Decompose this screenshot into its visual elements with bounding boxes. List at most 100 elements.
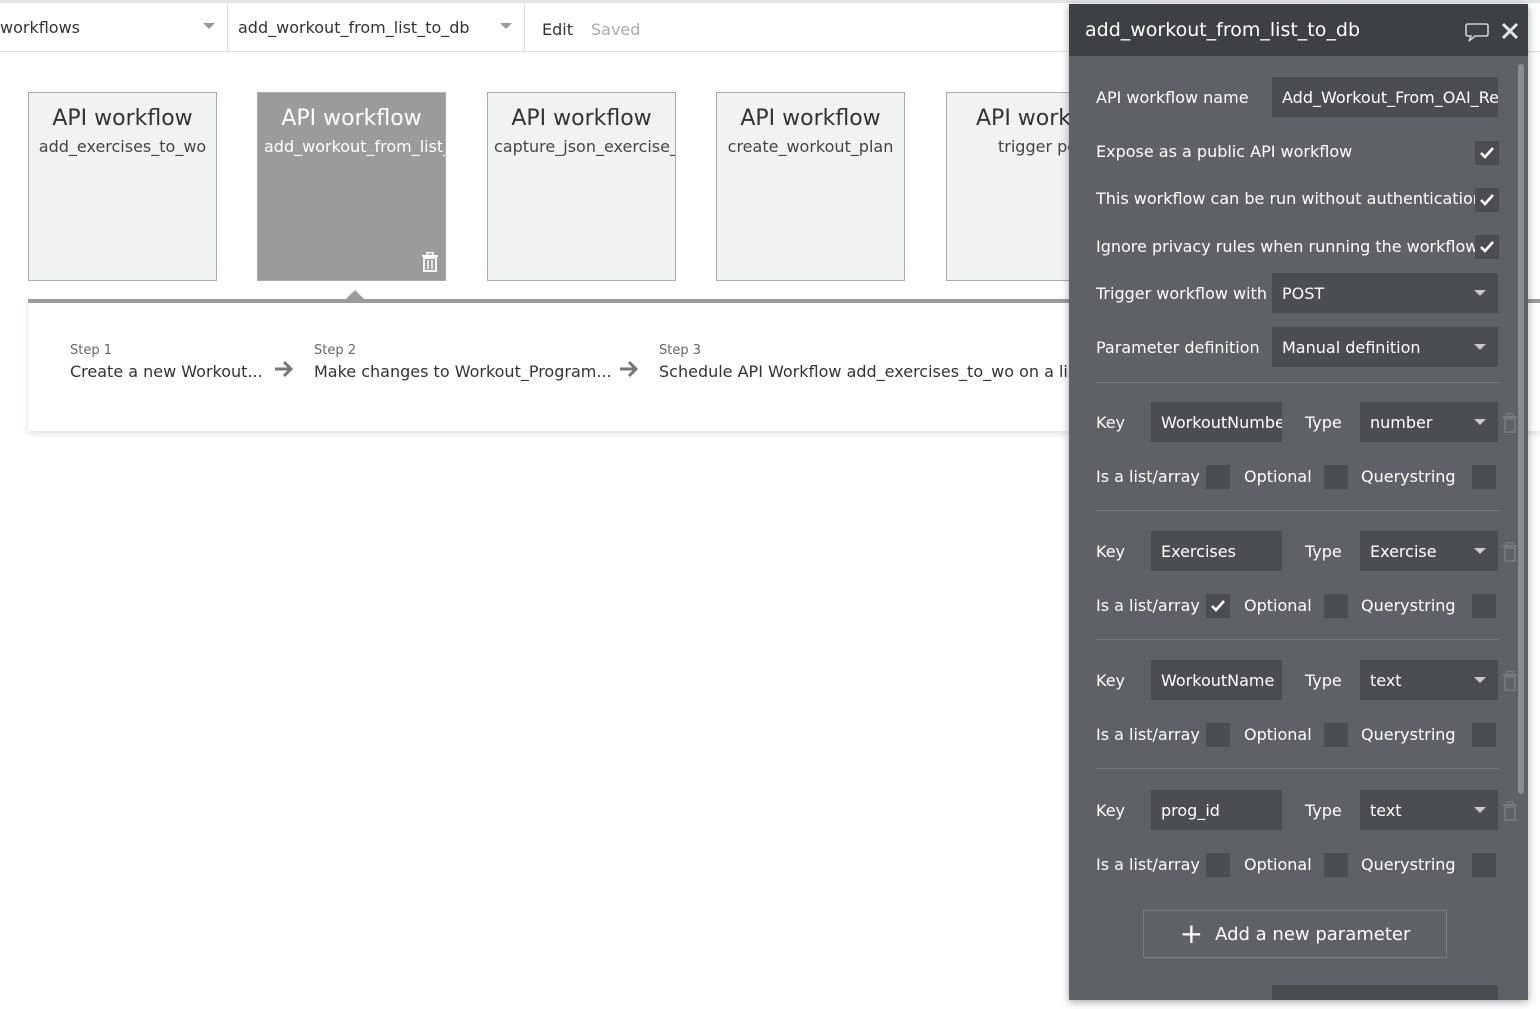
workflow-card[interactable]: API workflow create_workout_plan xyxy=(716,92,905,281)
plus-icon: + xyxy=(1179,917,1204,950)
close-icon[interactable] xyxy=(1501,22,1519,40)
querystring-checkbox[interactable] xyxy=(1472,723,1496,747)
key-label: Key xyxy=(1096,671,1126,690)
panel-scrollbar[interactable] xyxy=(1518,64,1524,794)
chevron-down-icon xyxy=(500,23,512,29)
chevron-down-icon xyxy=(1474,548,1486,554)
panel-title: add_workout_from_list_to_db xyxy=(1085,19,1360,41)
optional-label: Optional xyxy=(1244,855,1312,874)
divider xyxy=(1096,768,1500,769)
name-label: API workflow name xyxy=(1096,88,1249,107)
workflow-dropdown-value: add_workout_from_list_to_db xyxy=(238,17,470,37)
chevron-down-icon xyxy=(1474,807,1486,813)
add-parameter-label: Add a new parameter xyxy=(1215,923,1411,945)
expose-checkbox[interactable] xyxy=(1475,141,1499,165)
add-parameter-button[interactable]: + Add a new parameter xyxy=(1143,910,1447,958)
step-3[interactable]: Step 3 Schedule API Workflow add_exercis… xyxy=(659,343,1082,381)
step-name: Schedule API Workflow add_exercises_to_w… xyxy=(659,362,1083,381)
card-name: create_workout_plan xyxy=(727,137,894,156)
querystring-checkbox[interactable] xyxy=(1472,465,1496,489)
check-icon xyxy=(1480,194,1494,206)
comment-icon[interactable] xyxy=(1465,22,1489,42)
optional-checkbox[interactable] xyxy=(1324,723,1348,747)
chevron-down-icon xyxy=(1474,344,1486,350)
param-key-input[interactable]: WorkoutNumbe xyxy=(1151,402,1282,442)
param-key-input[interactable]: WorkoutName xyxy=(1151,660,1282,700)
optional-checkbox[interactable] xyxy=(1324,465,1348,489)
optional-label: Optional xyxy=(1244,467,1312,486)
chevron-down-icon xyxy=(1474,419,1486,425)
chevron-down-icon xyxy=(203,23,215,29)
step-name: Create a new Workout... xyxy=(70,362,263,381)
step-1[interactable]: Step 1 Create a new Workout... xyxy=(70,343,263,381)
privacy-label: Ignore privacy rules when running the wo… xyxy=(1096,237,1479,256)
panel-header: add_workout_from_list_to_db xyxy=(1069,4,1528,56)
workflow-card[interactable]: API workflow add_exercises_to_wo xyxy=(28,92,217,281)
querystring-checkbox[interactable] xyxy=(1472,594,1496,618)
param-type-select[interactable]: text xyxy=(1360,660,1498,700)
step-name: Make changes to Workout_Program... xyxy=(314,362,612,381)
paramdef-select[interactable]: Manual definition xyxy=(1272,327,1498,367)
trash-icon[interactable] xyxy=(1502,671,1518,691)
trash-icon[interactable] xyxy=(1502,801,1518,821)
workflow-card-active[interactable]: API workflow add_workout_from_list_ xyxy=(257,92,446,281)
card-title: API workflow xyxy=(511,106,652,131)
param-key-input[interactable]: prog_id xyxy=(1151,790,1282,830)
trash-icon[interactable] xyxy=(421,252,439,272)
querystring-checkbox[interactable] xyxy=(1472,853,1496,877)
querystring-label: Querystring xyxy=(1361,725,1456,744)
is-list-checkbox[interactable] xyxy=(1206,853,1230,877)
key-label: Key xyxy=(1096,413,1126,432)
trash-icon[interactable] xyxy=(1502,542,1518,562)
optional-label: Optional xyxy=(1244,596,1312,615)
workflow-card[interactable]: API workflow capture_json_exercise_d xyxy=(487,92,676,281)
card-title: API workflow xyxy=(740,106,881,131)
trigger-method-select[interactable]: POST xyxy=(1272,273,1498,313)
list-label: Is a list/array xyxy=(1096,467,1200,486)
privacy-checkbox[interactable] xyxy=(1475,235,1499,259)
list-label: Is a list/array xyxy=(1096,596,1200,615)
divider xyxy=(1096,510,1500,511)
param-type-select[interactable]: number xyxy=(1360,402,1498,442)
is-list-checkbox[interactable] xyxy=(1206,723,1230,747)
trigger-label: Trigger workflow with xyxy=(1096,284,1267,303)
card-title: API workflow xyxy=(281,106,422,131)
key-label: Key xyxy=(1096,801,1126,820)
next-field-partial[interactable] xyxy=(1272,985,1498,1000)
noauth-label: This workflow can be run without authent… xyxy=(1096,189,1483,208)
edit-menu[interactable]: Edit xyxy=(542,20,573,39)
param-type-select[interactable]: Exercise xyxy=(1360,531,1498,571)
step-label: Step 2 xyxy=(314,343,357,358)
key-label: Key xyxy=(1096,542,1126,561)
paramdef-label: Parameter definition xyxy=(1096,338,1260,357)
param-type-select[interactable]: text xyxy=(1360,790,1498,830)
trash-icon[interactable] xyxy=(1502,413,1518,433)
list-label: Is a list/array xyxy=(1096,855,1200,874)
is-list-checkbox[interactable] xyxy=(1206,594,1230,618)
optional-checkbox[interactable] xyxy=(1324,594,1348,618)
workflow-name-input[interactable]: Add_Workout_From_OAI_Res xyxy=(1272,77,1498,117)
optional-checkbox[interactable] xyxy=(1324,853,1348,877)
trigger-method-value: POST xyxy=(1282,283,1325,303)
querystring-label: Querystring xyxy=(1361,467,1456,486)
querystring-label: Querystring xyxy=(1361,855,1456,874)
workflow-properties-panel: add_workout_from_list_to_db API workflow… xyxy=(1069,4,1528,1000)
check-icon xyxy=(1211,600,1225,612)
card-title: API workflow xyxy=(52,106,193,131)
is-list-checkbox[interactable] xyxy=(1206,465,1230,489)
param-type-value: text xyxy=(1370,670,1402,690)
type-label: Type xyxy=(1305,413,1342,432)
param-type-value: Exercise xyxy=(1370,541,1437,561)
noauth-checkbox[interactable] xyxy=(1475,188,1499,212)
type-label: Type xyxy=(1305,671,1342,690)
page-dropdown[interactable]: workflows xyxy=(0,3,228,51)
step-2[interactable]: Step 2 Make changes to Workout_Program..… xyxy=(314,343,612,381)
workflow-dropdown[interactable]: add_workout_from_list_to_db xyxy=(228,3,525,51)
type-label: Type xyxy=(1305,542,1342,561)
paramdef-value: Manual definition xyxy=(1282,337,1421,357)
card-name: add_exercises_to_wo xyxy=(38,137,207,156)
arrow-right-icon xyxy=(620,360,639,378)
param-key-input[interactable]: Exercises xyxy=(1151,531,1282,571)
expose-label: Expose as a public API workflow xyxy=(1096,142,1353,161)
param-type-value: text xyxy=(1370,800,1402,820)
